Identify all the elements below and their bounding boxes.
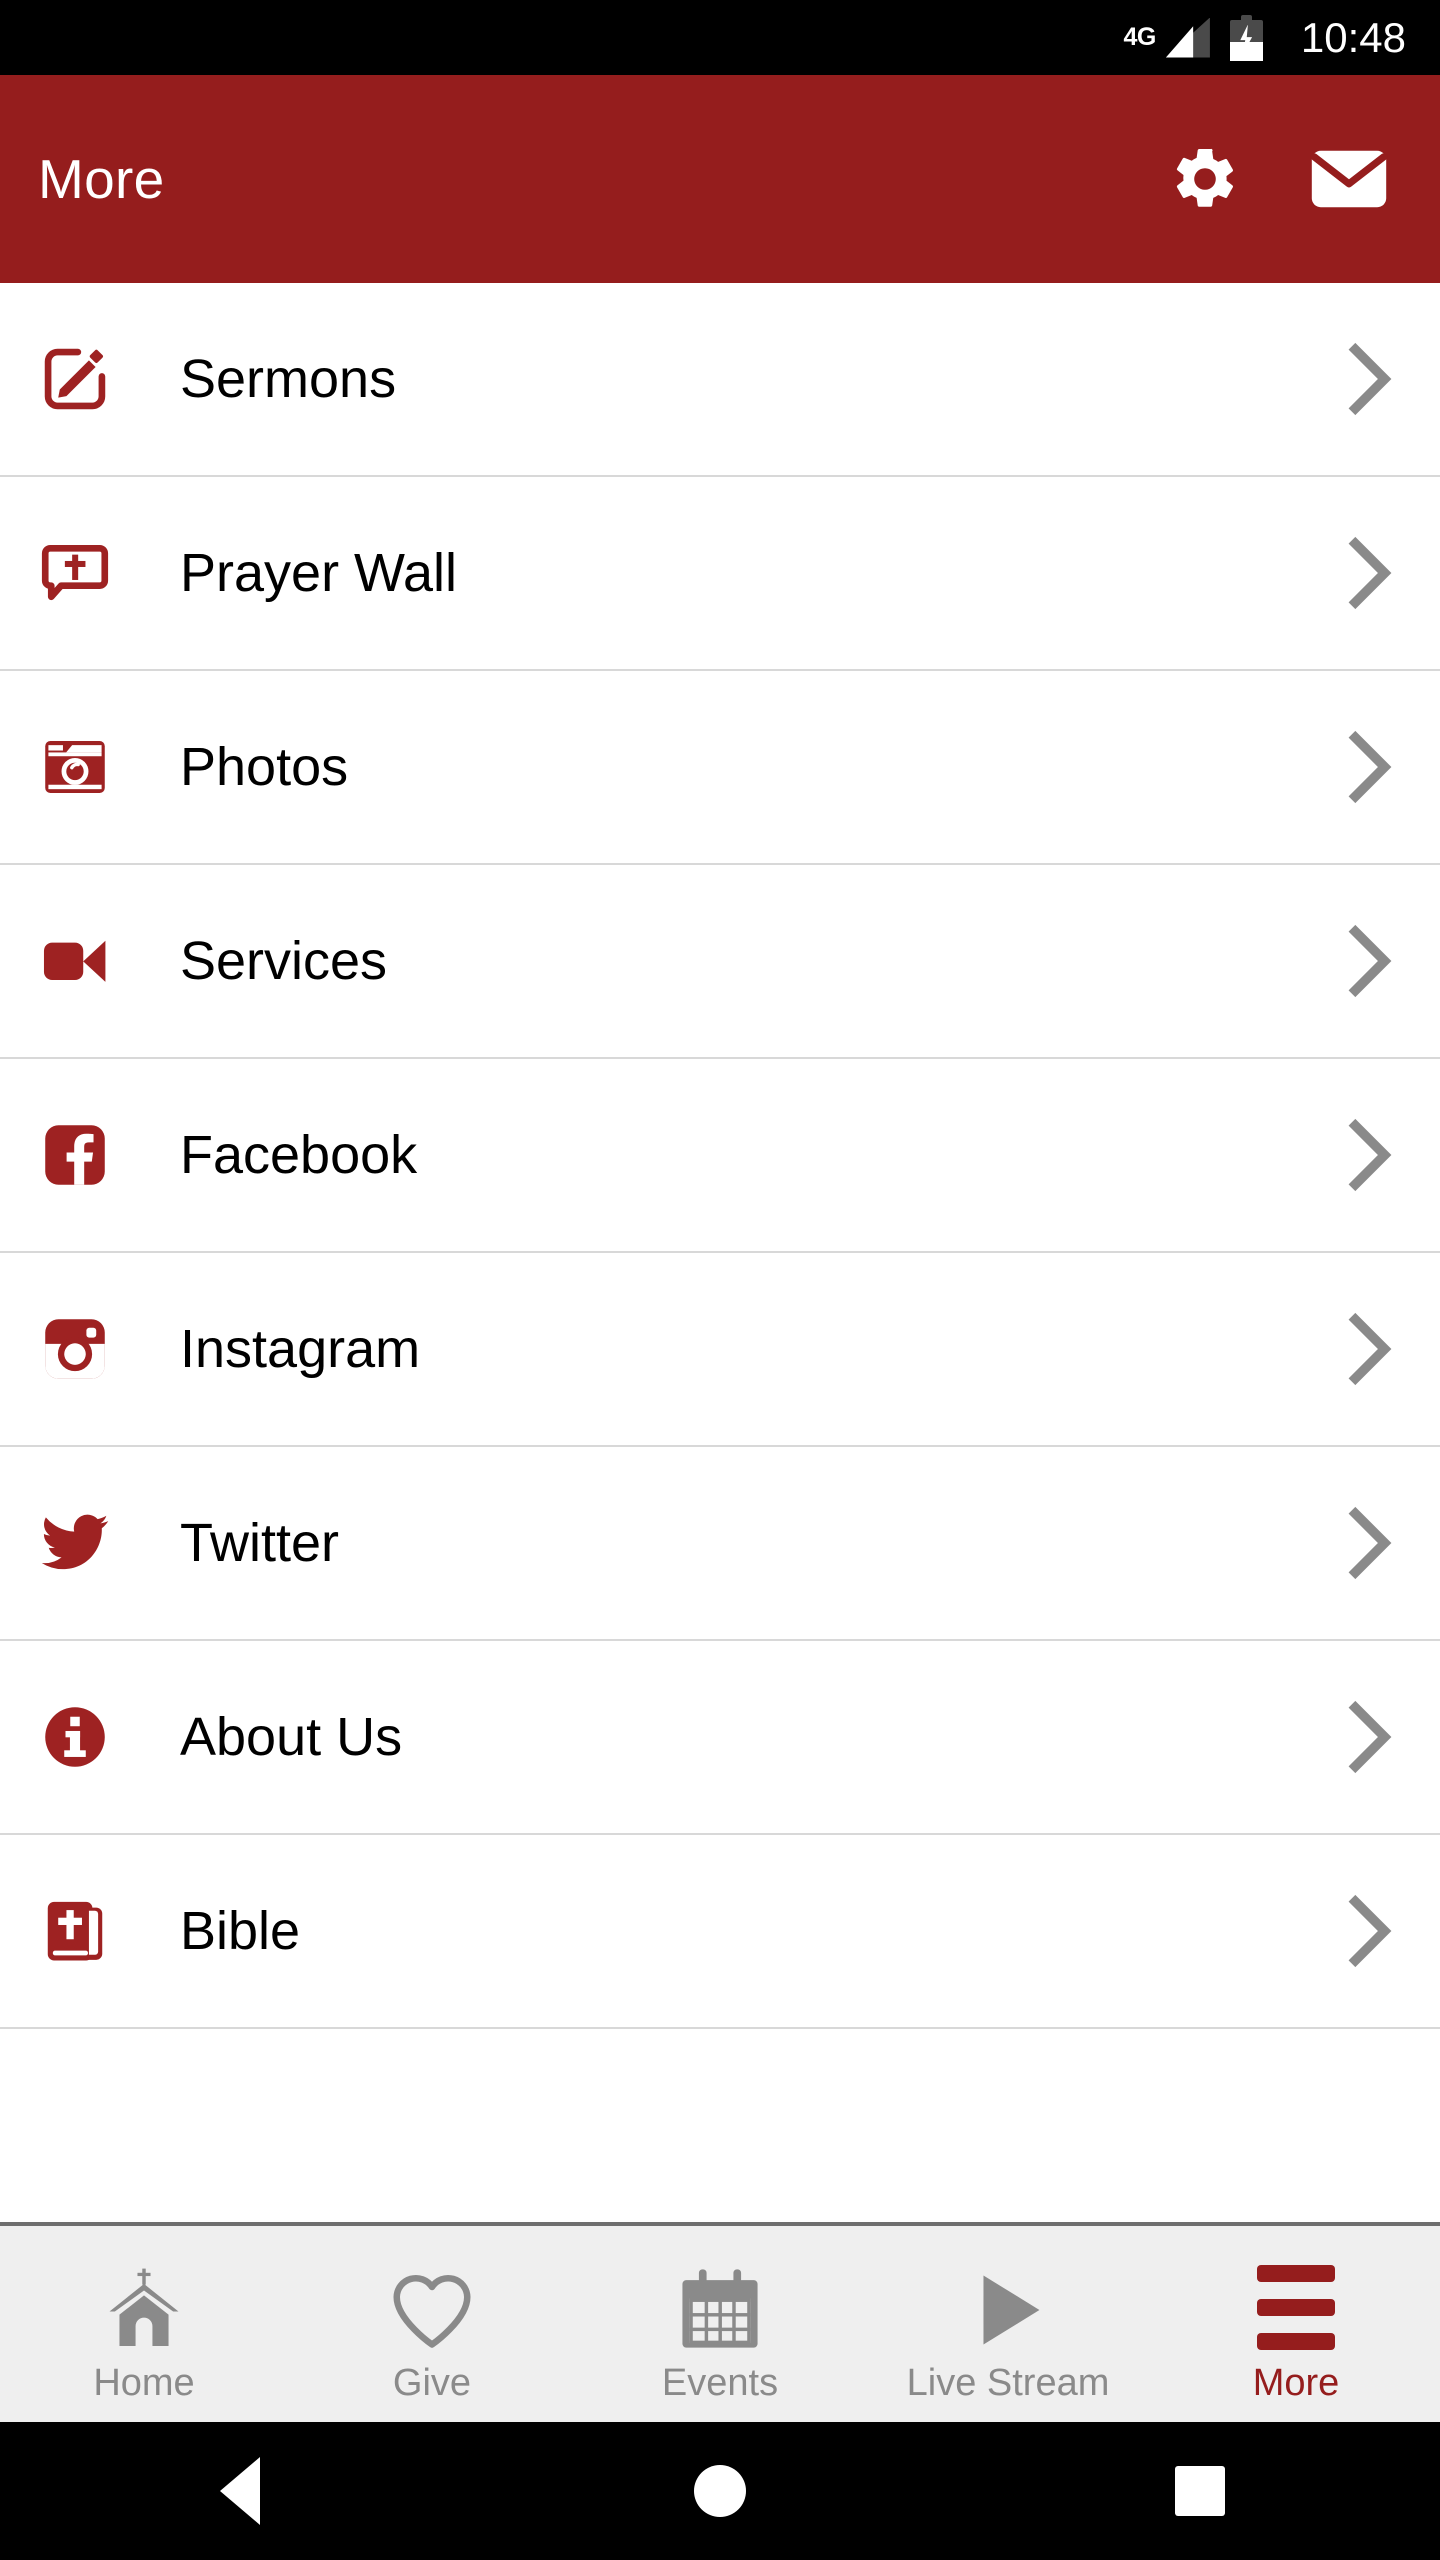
chevron-right-icon bbox=[1348, 730, 1392, 804]
chevron-right-icon bbox=[1348, 924, 1392, 998]
twitter-bird-icon bbox=[36, 1504, 114, 1582]
menu-item-sermons[interactable]: Sermons bbox=[0, 283, 1440, 477]
chevron-right-icon bbox=[1348, 536, 1392, 610]
status-bar-clock: 10:48 bbox=[1300, 13, 1406, 61]
church-icon bbox=[98, 2260, 190, 2356]
app-bar-actions bbox=[1166, 140, 1404, 218]
chevron-right-icon bbox=[1348, 1118, 1392, 1192]
tab-give[interactable]: Give bbox=[288, 2226, 576, 2422]
speech-cross-icon bbox=[36, 534, 114, 612]
gear-icon bbox=[1169, 143, 1241, 215]
home-button[interactable] bbox=[620, 2422, 820, 2560]
status-bar-indicators: 4G 10:48 bbox=[1123, 13, 1406, 61]
bible-book-icon bbox=[36, 1892, 114, 1970]
heart-icon bbox=[386, 2260, 478, 2356]
mail-button[interactable] bbox=[1310, 140, 1388, 218]
settings-button[interactable] bbox=[1166, 140, 1244, 218]
app-bar: More bbox=[0, 75, 1440, 283]
chevron-right-icon bbox=[1348, 1506, 1392, 1580]
tab-label: Events bbox=[661, 2362, 779, 2404]
camera-icon bbox=[36, 728, 114, 806]
menu-item-label: Instagram bbox=[180, 1319, 421, 1379]
signal-bars-icon bbox=[1165, 17, 1210, 58]
chevron-right-icon bbox=[1348, 1700, 1392, 1774]
menu-item-label: Services bbox=[180, 931, 388, 991]
menu-item-services[interactable]: Services bbox=[0, 865, 1440, 1059]
tab-home[interactable]: Home bbox=[0, 2226, 288, 2422]
tab-more[interactable]: More bbox=[1152, 2226, 1440, 2422]
square-recents-icon bbox=[1175, 2466, 1225, 2516]
network-type-label: 4G bbox=[1123, 22, 1157, 51]
menu-item-label: Sermons bbox=[180, 349, 397, 409]
hamburger-icon bbox=[1257, 2260, 1335, 2356]
play-icon bbox=[962, 2260, 1054, 2356]
menu-item-bible[interactable]: Bible bbox=[0, 1835, 1440, 2029]
app-screen: 4G 10:48 More Sermons Prayer Wall Photos… bbox=[0, 0, 1440, 2560]
chevron-right-icon bbox=[1348, 1894, 1392, 1968]
instagram-icon bbox=[36, 1310, 114, 1388]
menu-item-label: Bible bbox=[180, 1901, 301, 1961]
tab-label: Live Stream bbox=[906, 2362, 1110, 2404]
menu-item-twitter[interactable]: Twitter bbox=[0, 1447, 1440, 1641]
tab-live-stream[interactable]: Live Stream bbox=[864, 2226, 1152, 2422]
triangle-back-icon bbox=[220, 2457, 260, 2525]
menu-item-label: Prayer Wall bbox=[180, 543, 458, 603]
tab-events[interactable]: Events bbox=[576, 2226, 864, 2422]
chevron-right-icon bbox=[1348, 1312, 1392, 1386]
chevron-right-icon bbox=[1348, 342, 1392, 416]
more-menu-list: Sermons Prayer Wall Photos Services Face… bbox=[0, 283, 1440, 2222]
menu-item-label: Photos bbox=[180, 737, 349, 797]
page-title: More bbox=[38, 148, 165, 210]
menu-item-facebook[interactable]: Facebook bbox=[0, 1059, 1440, 1253]
menu-item-label: Facebook bbox=[180, 1125, 418, 1185]
tab-label: More bbox=[1252, 2362, 1340, 2404]
menu-item-about-us[interactable]: About Us bbox=[0, 1641, 1440, 1835]
calendar-icon bbox=[674, 2260, 766, 2356]
bottom-tab-bar: Home Give Events Live Stream More bbox=[0, 2222, 1440, 2422]
recents-button[interactable] bbox=[1100, 2422, 1300, 2560]
menu-item-label: Twitter bbox=[180, 1513, 340, 1573]
menu-item-instagram[interactable]: Instagram bbox=[0, 1253, 1440, 1447]
status-bar: 4G 10:48 bbox=[0, 0, 1440, 75]
system-navigation-bar bbox=[0, 2422, 1440, 2560]
edit-square-icon bbox=[36, 340, 114, 418]
info-circle-icon bbox=[36, 1698, 114, 1776]
menu-item-photos[interactable]: Photos bbox=[0, 671, 1440, 865]
tab-label: Home bbox=[93, 2362, 195, 2404]
video-camera-icon bbox=[36, 922, 114, 1000]
back-button[interactable] bbox=[140, 2422, 340, 2560]
circle-home-icon bbox=[694, 2465, 746, 2517]
menu-item-label: About Us bbox=[180, 1707, 403, 1767]
tab-label: Give bbox=[392, 2362, 472, 2404]
menu-item-prayer-wall[interactable]: Prayer Wall bbox=[0, 477, 1440, 671]
battery-charging-icon bbox=[1229, 14, 1263, 61]
facebook-icon bbox=[36, 1116, 114, 1194]
envelope-icon bbox=[1310, 148, 1388, 210]
